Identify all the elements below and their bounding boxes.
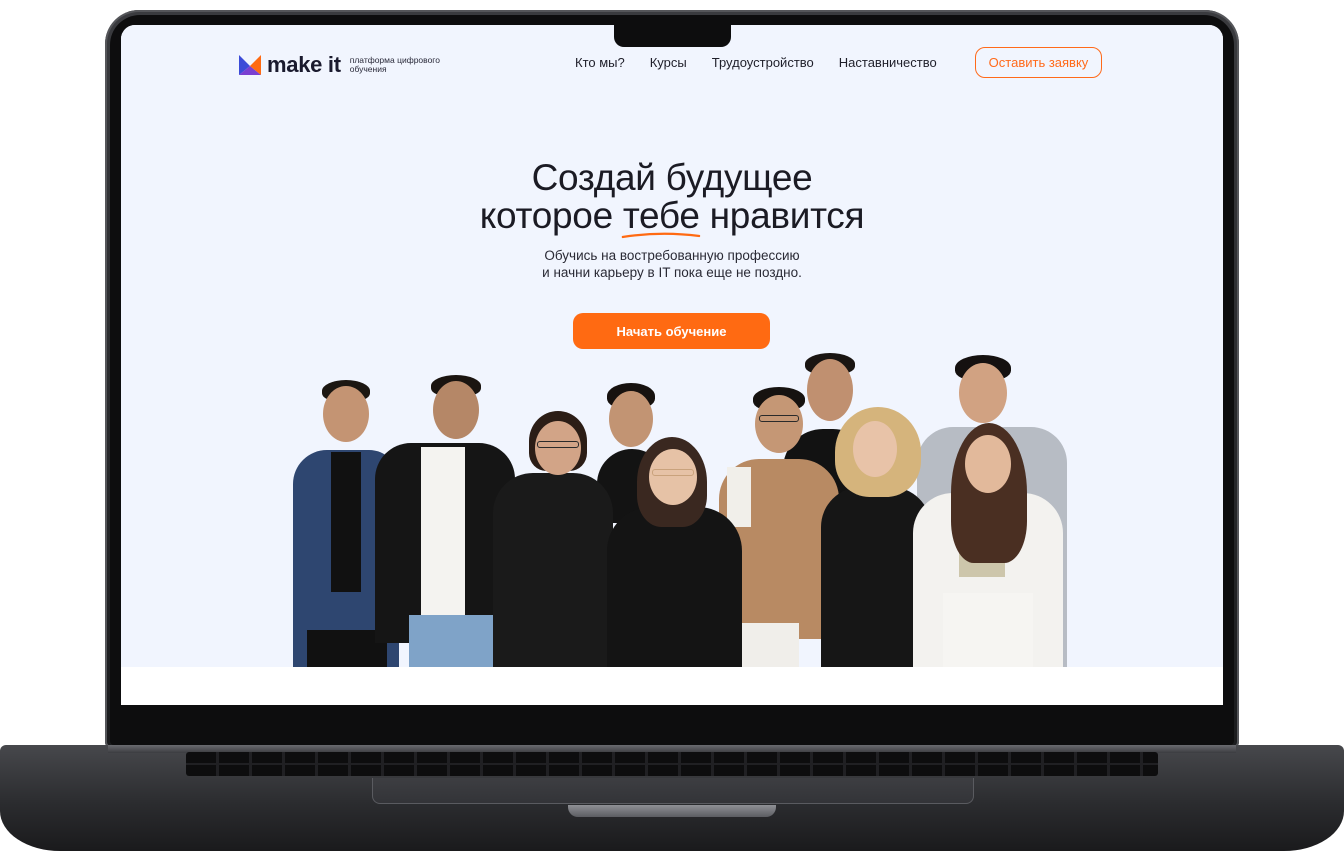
laptop-keyboard [186, 752, 1158, 776]
team-member [493, 411, 613, 667]
laptop-screen: make it платформа цифрового обучения Кто… [121, 25, 1223, 705]
laptop-front-lip [568, 805, 776, 817]
team-member [913, 423, 1063, 667]
camera-notch [614, 25, 731, 47]
team-member [607, 437, 742, 667]
team-photo [121, 25, 1223, 667]
laptop-trackpad [372, 778, 974, 804]
hero-section: make it платформа цифрового обучения Кто… [121, 25, 1223, 667]
